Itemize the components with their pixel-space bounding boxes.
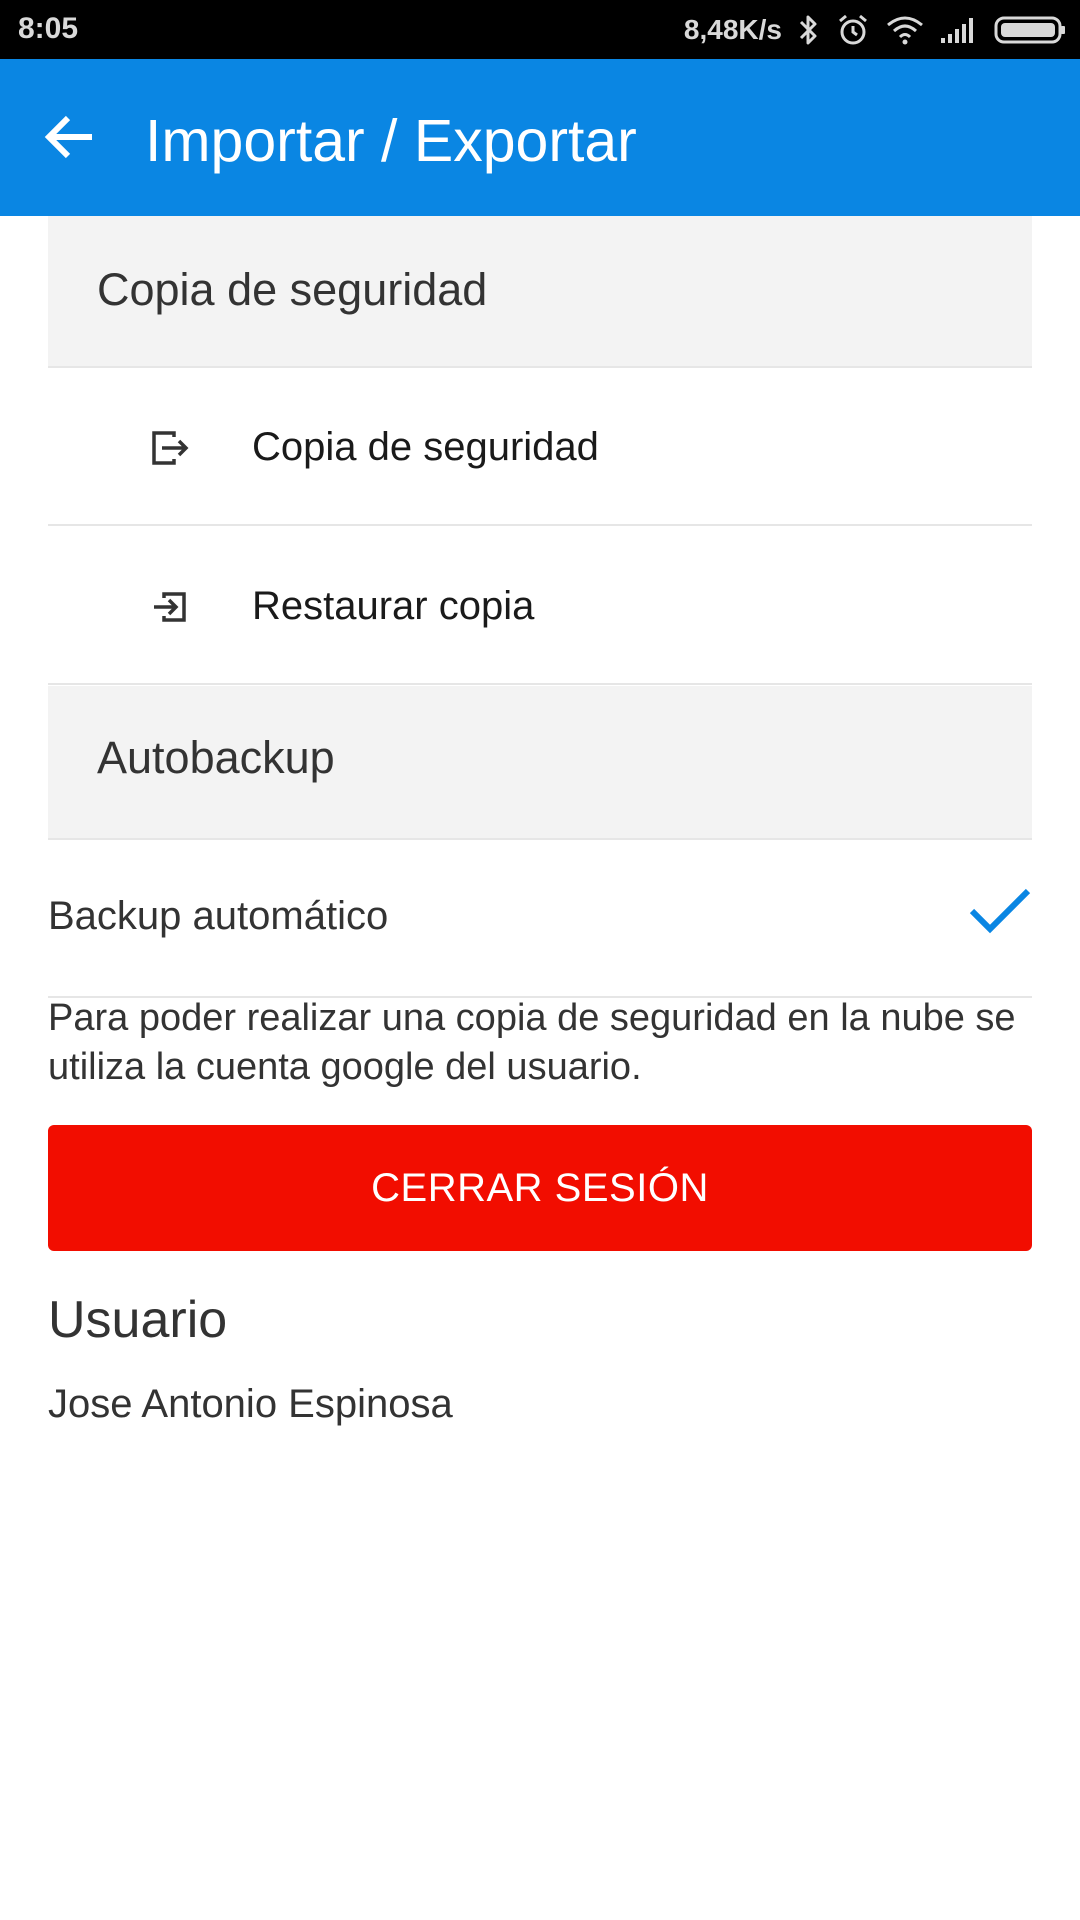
- row-label: Restaurar copia: [252, 584, 535, 628]
- bluetooth-icon: [799, 15, 817, 45]
- export-icon: [152, 431, 189, 465]
- status-bar: 8:05 8,48K/s: [0, 0, 1080, 59]
- network-speed: 8,48K/s: [683, 14, 782, 45]
- arrow-left-icon: [44, 115, 92, 159]
- row-label: Copia de seguridad: [252, 425, 599, 469]
- restore-row[interactable]: Restaurar copia: [48, 527, 1032, 685]
- status-time: 8:05: [18, 12, 79, 45]
- screen: 8:05 8,48K/s Importar / Exportar Copia d…: [0, 0, 1080, 1920]
- section-title: Copia de seguridad: [97, 264, 488, 315]
- status-icons: 8,48K/s: [684, 10, 1066, 50]
- user-name: Jose Antonio Espinosa: [48, 1382, 453, 1426]
- signal-icon: [941, 18, 973, 43]
- wifi-icon: [887, 16, 923, 45]
- app-bar: Importar / Exportar: [0, 59, 1080, 216]
- alarm-icon: [839, 14, 867, 45]
- section-header-autobackup: Autobackup: [48, 686, 1032, 840]
- toggle-label: Backup automático: [48, 894, 389, 938]
- section-header-backup: Copia de seguridad: [48, 216, 1032, 368]
- user-heading: Usuario: [48, 1291, 228, 1349]
- check-icon[interactable]: [968, 885, 1032, 937]
- backup-row[interactable]: Copia de seguridad: [48, 368, 1032, 526]
- back-button[interactable]: [38, 105, 102, 169]
- logout-button[interactable]: CERRAR SESIÓN: [48, 1125, 1032, 1251]
- page-title: Importar / Exportar: [145, 108, 637, 174]
- import-icon: [154, 592, 186, 622]
- info-text: Para poder realizar una copia de segurid…: [48, 997, 1016, 1088]
- autobackup-toggle-row[interactable]: Backup automático: [48, 840, 1032, 998]
- battery-icon: [994, 16, 1065, 44]
- section-title: Autobackup: [97, 732, 335, 783]
